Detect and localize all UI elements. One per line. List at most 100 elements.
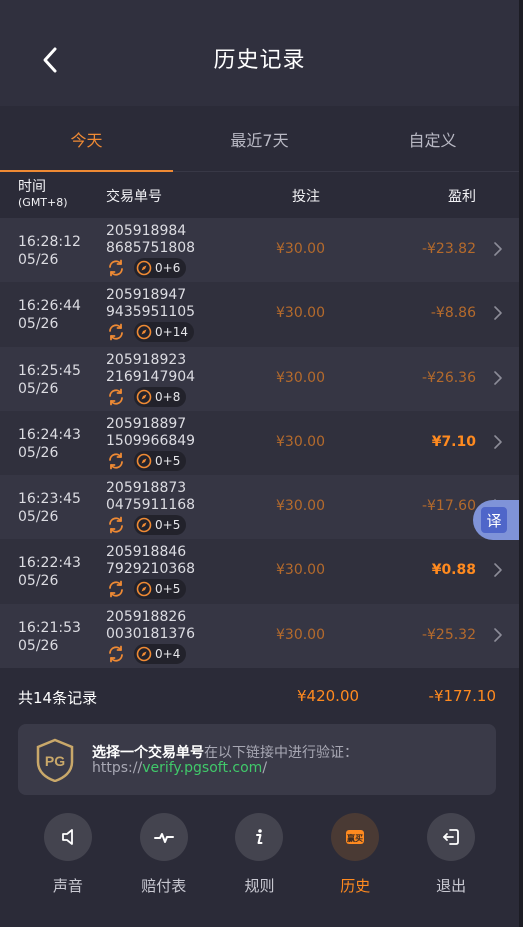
row-bet: ¥30.00 <box>276 498 325 515</box>
total-summary: 共14条记录 ¥420.00 -¥177.10 <box>0 668 519 724</box>
chevron-right-icon <box>494 435 502 449</box>
verify-url-prefix: https:// <box>92 760 143 776</box>
refresh-icon <box>106 387 126 407</box>
nav-exit[interactable]: 退出 <box>403 795 499 927</box>
total-profit: -¥177.10 <box>428 687 496 705</box>
nav-history[interactable]: 赢买 历史 <box>307 795 403 927</box>
row-order-line-2: 9435951105 <box>106 304 196 321</box>
nav-paytable[interactable]: 赔付表 <box>116 795 212 927</box>
refresh-icon <box>106 322 126 342</box>
row-badges: 0+14 <box>106 322 194 343</box>
nav-rules-circle <box>235 813 284 861</box>
row-time-value: 16:24:43 <box>18 426 81 443</box>
row-time-value: 16:23:45 <box>18 491 81 508</box>
combo-badge: 0+5 <box>134 450 187 471</box>
row-order-line-2: 0030181376 <box>106 625 196 642</box>
row-order-line-2: 2169147904 <box>106 368 196 385</box>
row-order-line-1: 205918826 <box>106 608 187 625</box>
column-header-profit: 盈利 <box>448 189 476 205</box>
nav-history-circle: 赢买 <box>331 813 380 861</box>
compass-icon <box>136 646 152 662</box>
row-order-line-2: 7929210368 <box>106 561 196 578</box>
row-profit: -¥26.36 <box>421 369 476 386</box>
row-order-number: 205918846 7929210368 <box>106 544 195 578</box>
row-profit: ¥0.88 <box>431 562 476 579</box>
refresh-icon <box>106 644 126 664</box>
history-row[interactable]: 16:21:53 05/26 205918826 0030181376 0+4 … <box>0 603 519 669</box>
combo-value: 0+8 <box>155 389 181 404</box>
row-order-line-2: 0475911168 <box>106 497 196 514</box>
nav-exit-label: 退出 <box>436 877 467 895</box>
row-badges: 0+5 <box>106 450 187 471</box>
row-badges: 0+5 <box>106 515 187 536</box>
verify-link[interactable]: verify.pgsoft.com <box>142 760 262 776</box>
combo-value: 0+5 <box>155 453 181 468</box>
column-header-time-label: 时间 <box>18 179 46 195</box>
history-row[interactable]: 16:24:43 05/26 205918897 1509966849 0+5 … <box>0 410 519 476</box>
total-bet: ¥420.00 <box>297 687 360 705</box>
row-order-line-2: 8685751808 <box>106 240 196 256</box>
history-row[interactable]: 16:28:12 05/26 205918984 8685751808 0+6 … <box>0 218 519 283</box>
combo-value: 0+5 <box>155 582 181 597</box>
refresh-icon <box>106 515 126 535</box>
row-order-number: 205918897 1509966849 <box>106 416 195 450</box>
row-order-line-1: 205918984 <box>106 223 187 239</box>
chevron-right-icon <box>494 370 502 385</box>
nav-rules[interactable]: 规则 <box>212 795 308 927</box>
translate-button[interactable]: 译 <box>473 500 519 540</box>
row-order-number: 205918984 8685751808 <box>106 223 195 257</box>
tab-custom[interactable]: 自定义 <box>346 106 519 171</box>
row-bet: ¥30.00 <box>276 626 325 643</box>
scrollbar[interactable] <box>519 0 523 927</box>
combo-value: 0+4 <box>155 646 181 661</box>
pulse-icon <box>153 833 174 843</box>
row-order-number: 205918826 0030181376 <box>106 609 195 643</box>
translate-icon: 译 <box>481 507 507 533</box>
nav-sound-circle <box>43 813 92 861</box>
combo-value: 0+5 <box>155 518 181 533</box>
chevron-right-icon <box>494 627 502 642</box>
row-date-value: 05/26 <box>18 380 59 397</box>
compass-icon <box>136 260 152 276</box>
compass-icon <box>136 582 152 597</box>
compass-icon <box>136 517 152 533</box>
history-row[interactable]: 16:23:45 05/26 205918873 0475911168 0+5 … <box>0 475 519 540</box>
verify-instruction-strong: 选择一个交易单号 <box>92 745 204 761</box>
nav-paytable-label: 赔付表 <box>141 877 187 895</box>
row-bet: ¥30.00 <box>276 433 325 450</box>
history-row[interactable]: 16:25:45 05/26 205918923 2169147904 0+8 … <box>0 346 519 411</box>
column-header-timezone: (GMT+8) <box>18 196 68 209</box>
combo-badge: 0+6 <box>134 258 187 278</box>
row-profit: -¥17.60 <box>421 498 476 515</box>
row-bet: ¥30.00 <box>276 562 325 579</box>
verify-url-suffix: / <box>262 760 268 776</box>
chevron-right-icon <box>494 242 502 256</box>
row-time: 16:22:43 05/26 <box>18 554 81 590</box>
row-order-line-1: 205918897 <box>106 415 187 432</box>
row-badges: 0+5 <box>106 579 187 600</box>
row-time: 16:23:45 05/26 <box>18 490 81 526</box>
nav-sound[interactable]: 声音 <box>20 795 116 927</box>
row-order-line-1: 205918846 <box>106 544 187 561</box>
row-profit: -¥23.82 <box>421 241 476 257</box>
history-row[interactable]: 16:22:43 05/26 205918846 7929210368 0+5 … <box>0 539 519 604</box>
refresh-icon <box>106 451 126 471</box>
verify-instruction-rest: 在以下链接中进行验证： <box>204 745 358 761</box>
column-header-order: 交易单号 <box>106 189 162 205</box>
row-time-value: 16:21:53 <box>18 619 81 636</box>
tab-last-7-days[interactable]: 最近7天 <box>173 106 346 171</box>
history-row[interactable]: 16:26:44 05/26 205918947 9435951105 0+14… <box>0 282 519 347</box>
row-badges: 0+4 <box>106 643 187 664</box>
nav-exit-circle <box>427 813 476 861</box>
history-icon: 赢买 <box>346 830 365 844</box>
row-badges: 0+8 <box>106 386 187 407</box>
tab-today[interactable]: 今天 <box>0 106 173 172</box>
total-count: 共14条记录 <box>18 689 98 707</box>
row-time-value: 16:26:44 <box>18 298 81 315</box>
nav-sound-label: 声音 <box>52 877 83 895</box>
compass-icon <box>136 389 152 404</box>
page-title: 历史记录 <box>213 48 306 73</box>
tab-bar: 今天 最近7天 自定义 <box>0 106 519 172</box>
nav-history-label: 历史 <box>340 877 371 895</box>
row-date-value: 05/26 <box>18 637 59 654</box>
